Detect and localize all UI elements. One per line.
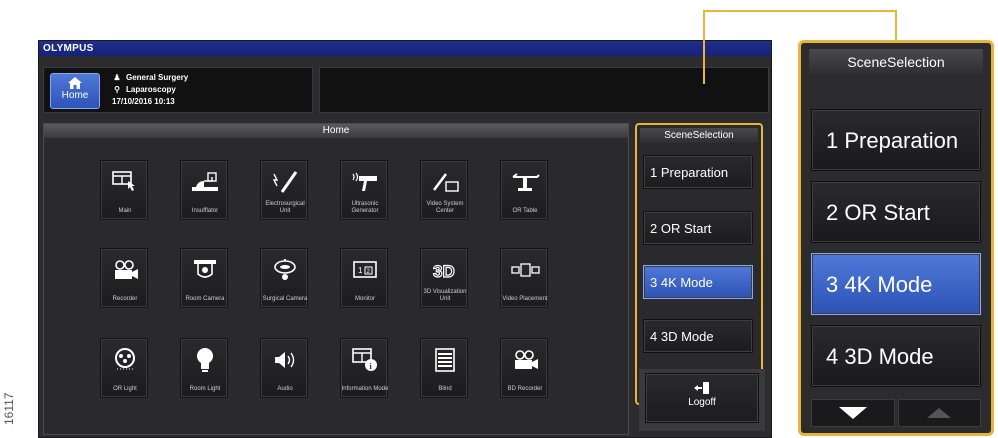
tile-surgical-camera[interactable]: Surgical Camera [260,248,308,308]
surgical-camera-icon [261,257,309,283]
door-icon [694,382,709,394]
callout-title: SceneSelection [809,49,983,75]
home-label: Home [61,90,89,101]
tile-label: Surgical Camera [262,296,308,302]
scene-selection-callout: SceneSelection 1 Preparation 2 OR Start … [798,40,994,436]
home-panel: Home Main Insufflator Electrosurgical Un… [43,123,629,435]
3d-unit-icon: 3D [421,257,469,283]
callout-button-preparation[interactable]: 1 Preparation [811,109,981,171]
tile-label: BD Recorder [507,386,543,392]
datetime: 17/10/2016 10:13 [112,97,175,106]
svg-text:3D: 3D [433,262,455,281]
logoff-label: Logoff [688,397,716,408]
tile-label: Blind [438,386,452,392]
callout-button-or-start[interactable]: 2 OR Start [811,181,981,243]
tile-insufflator[interactable]: Insufflator [180,160,228,220]
logoff-button[interactable]: Logoff [645,373,759,423]
tile-label: Main [118,208,132,214]
main-icon [101,169,149,195]
figure-number: 16117 [2,392,16,426]
video-placement-icon [501,257,549,283]
tile-room-light[interactable]: Room Light [180,338,228,398]
context-box: Home ♟ General Surgery ⚲ Laparoscopy 17/10… [43,67,313,113]
svg-text:1: 1 [358,266,363,275]
scene-button-preparation[interactable]: 1 Preparation [643,155,753,189]
tile-label: Recorder [112,296,138,302]
tile-label: 3D Visualization Unit [423,289,467,302]
home-icon [68,77,82,89]
video-system-icon [421,169,469,195]
tile-label: Video System Center [426,201,464,214]
tile-information[interactable]: i Information Mode [340,338,388,398]
tile-label: Room Camera [185,296,225,302]
brand-bar: OLYMPUS [39,41,771,56]
home-panel-title: Home [44,124,628,138]
callout-scroll-controls [811,399,981,427]
callout-scroll-down-button[interactable] [811,399,895,427]
tile-or-light[interactable]: OR Light [100,338,148,398]
tile-electrosurgical[interactable]: Electrosurgical Unit [260,160,308,220]
tile-ultrasonic[interactable]: Ultrasonic Generator [340,160,388,220]
ultrasonic-icon [341,169,389,195]
procedure-name: General Surgery [126,73,189,82]
tile-label: Electrosurgical Unit [265,201,305,214]
control-screen: OLYMPUS Home ♟ General Surgery ⚲ Laparosco… [38,40,772,438]
tile-3d-unit[interactable]: 3D 3D Visualization Unit [420,248,468,308]
bd-recorder-icon [501,347,549,373]
electrosurgical-icon [261,169,309,195]
tile-or-table[interactable]: OR Table [500,160,548,220]
tile-label: Audio [277,386,293,392]
scene-button-4k-mode[interactable]: 3 4K Mode [643,265,753,299]
home-button[interactable]: Home [50,73,100,109]
callout-button-3d-mode[interactable]: 4 3D Mode [811,325,981,387]
chevron-down-icon [838,407,867,419]
scene-selection-panel: SceneSelection 1 Preparation 2 OR Start … [635,123,763,405]
callout-scroll-up-button[interactable] [897,399,981,427]
tile-recorder[interactable]: Recorder [100,248,148,308]
person-icon: ♟ [113,73,121,82]
information-icon: i [341,347,389,373]
tile-label: Ultrasonic Generator [351,201,379,214]
room-light-icon [181,347,229,373]
tile-label: Information Mode [341,386,389,392]
chevron-up-icon [927,408,952,418]
tile-label: Room Light [189,386,221,392]
technique-name: Laparoscopy [126,85,176,94]
or-light-icon [101,347,149,373]
tile-video-system[interactable]: Video System Center [420,160,468,220]
tile-bd-recorder[interactable]: BD Recorder [500,338,548,398]
message-area [319,67,769,113]
monitor-icon: 12 [341,257,389,283]
tile-main[interactable]: Main [100,160,148,220]
tile-label: OR Table [512,208,538,214]
procedure-info: ♟ General Surgery ⚲ Laparoscopy 17/10/2016… [112,72,188,108]
callout-button-4k-mode[interactable]: 3 4K Mode [811,253,981,315]
tile-monitor[interactable]: 12 Monitor [340,248,388,308]
scene-button-or-start[interactable]: 2 OR Start [643,211,753,245]
scene-selection-title: SceneSelection [640,128,758,143]
room-camera-icon [181,257,229,283]
scene-button-3d-mode[interactable]: 4 3D Mode [643,319,753,353]
tile-label: Video Placement [502,296,548,302]
tile-blind[interactable]: Blind [420,338,468,398]
blind-icon [421,347,469,373]
tile-room-camera[interactable]: Room Camera [180,248,228,308]
tile-audio[interactable]: Audio [260,338,308,398]
tile-label: Insufflator [191,208,219,214]
insufflator-icon [181,169,229,195]
tile-label: Monitor [354,296,375,302]
or-table-icon [501,169,549,195]
header: Home ♟ General Surgery ⚲ Laparoscopy 17/10… [43,63,769,113]
recorder-icon [101,257,149,283]
tile-video-placement[interactable]: Video Placement [500,248,548,308]
tile-label: OR Light [113,386,137,392]
audio-icon [261,347,309,373]
scope-icon: ⚲ [114,85,120,94]
